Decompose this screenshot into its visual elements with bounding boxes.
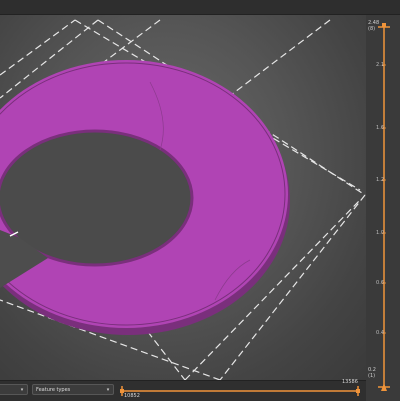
right-handle-icon[interactable] xyxy=(356,389,360,393)
bottom-layer-number: (1) xyxy=(368,373,376,379)
layer-vertical-slider[interactable]: 2.48 (8) 2.1 1.6 1.2 1.0 0.6 0.4 0.2 (1) xyxy=(366,15,400,400)
3d-viewport[interactable] xyxy=(0,15,366,380)
chevron-down-icon: ▾ xyxy=(106,387,110,393)
vertical-slider-track[interactable] xyxy=(366,15,400,400)
move-end-value: 13586 xyxy=(342,379,358,385)
top-toolbar xyxy=(0,0,400,15)
feature-types-label: Feature types xyxy=(36,387,71,393)
sliced-part[interactable] xyxy=(0,60,290,335)
move-start-value: 10852 xyxy=(124,393,140,399)
view-type-select[interactable]: ▾ xyxy=(0,384,28,395)
layer-tick-label: 1.6 xyxy=(376,125,384,131)
top-handle-icon[interactable] xyxy=(382,23,386,27)
bottom-bar: ▾ Feature types ▾ 10852 13586 xyxy=(0,379,366,401)
layer-tick-label: 0.6 xyxy=(376,280,384,286)
layer-tick-label: 1.0 xyxy=(376,230,384,236)
move-horizontal-slider[interactable]: 10852 13586 xyxy=(118,379,366,401)
grid-line xyxy=(0,19,76,76)
layer-tick-label: 2.1 xyxy=(376,62,384,68)
chevron-down-icon: ▾ xyxy=(20,387,24,393)
top-layer-number: (8) xyxy=(368,26,376,32)
scene-canvas[interactable] xyxy=(0,15,366,380)
layer-tick-label: 1.2 xyxy=(376,177,384,183)
feature-types-select[interactable]: Feature types ▾ xyxy=(32,384,114,395)
layer-tick-label: 0.4 xyxy=(376,330,384,336)
horizontal-slider-track[interactable] xyxy=(118,381,366,401)
